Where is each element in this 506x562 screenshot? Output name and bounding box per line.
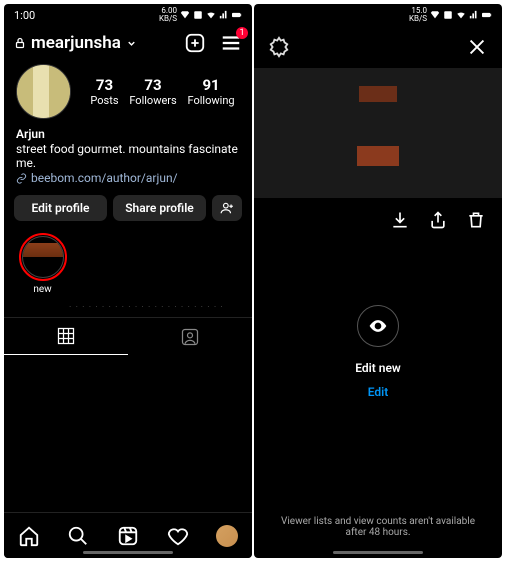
highlights-row: new xyxy=(4,233,252,303)
profile-stats: 73 Posts 73 Followers 91 Following xyxy=(85,76,240,107)
vowifi-icon xyxy=(180,10,190,20)
followers-count: 73 xyxy=(129,76,176,94)
redacted-bar-2 xyxy=(357,146,399,166)
tagged-icon xyxy=(180,327,200,347)
eye-heart-icon xyxy=(368,316,388,336)
battery-icon xyxy=(482,10,492,20)
menu-badge: 1 xyxy=(236,27,248,39)
profile-tabs xyxy=(4,317,252,355)
signal-icon xyxy=(219,10,229,20)
stat-followers[interactable]: 73 Followers xyxy=(129,76,176,107)
create-icon[interactable] xyxy=(184,32,206,54)
nav-handle xyxy=(83,551,173,554)
link-icon xyxy=(16,173,27,184)
nav-handle xyxy=(333,551,423,554)
profile-row: 73 Posts 73 Followers 91 Following xyxy=(4,60,252,127)
tagged-tab[interactable] xyxy=(128,318,252,355)
status-bar: 15.0 KB/S xyxy=(254,4,502,26)
trash-icon[interactable] xyxy=(466,210,486,230)
edit-link[interactable]: Edit xyxy=(368,385,389,399)
followers-label: Followers xyxy=(129,94,176,107)
image-icon xyxy=(443,10,453,20)
status-right: 15.0 KB/S xyxy=(409,7,492,23)
nav-profile-avatar[interactable] xyxy=(216,525,238,547)
share-icon[interactable] xyxy=(428,210,448,230)
redacted-bar-1 xyxy=(359,86,397,102)
reels-icon[interactable] xyxy=(117,525,139,547)
lock-icon xyxy=(14,36,26,50)
grid-icon xyxy=(56,326,76,346)
highlight-label: new xyxy=(16,284,69,295)
posts-count: 73 xyxy=(90,76,118,94)
profile-bio: Arjun street food gourmet. mountains fas… xyxy=(4,127,252,195)
search-icon[interactable] xyxy=(67,525,89,547)
status-right: 6.00 KB/S xyxy=(159,7,242,23)
stat-posts[interactable]: 73 Posts xyxy=(90,76,118,107)
faded-text: · · · · · · · · · · · · · · · · · · · · … xyxy=(4,303,252,317)
settings-icon[interactable] xyxy=(268,36,290,58)
chevron-down-icon xyxy=(126,38,137,49)
posts-label: Posts xyxy=(90,94,118,107)
image-icon xyxy=(193,10,203,20)
highlight-content xyxy=(254,68,502,198)
profile-buttons: Edit profile Share profile xyxy=(4,195,252,221)
download-icon[interactable] xyxy=(390,210,410,230)
heart-icon[interactable] xyxy=(167,525,189,547)
views-button[interactable] xyxy=(357,305,399,347)
left-phone: 1:00 6.00 KB/S mearjunsha 1 73 xyxy=(4,4,252,558)
highlight-actions xyxy=(254,198,502,242)
add-person-icon xyxy=(220,201,234,215)
username-dropdown[interactable]: mearjunsha xyxy=(14,33,176,53)
close-icon[interactable] xyxy=(466,36,488,58)
wifi-icon xyxy=(456,10,466,20)
footer-note: Viewer lists and view counts aren't avai… xyxy=(254,516,502,538)
edit-profile-button[interactable]: Edit profile xyxy=(14,195,107,221)
following-count: 91 xyxy=(188,76,235,94)
vowifi-icon xyxy=(430,10,440,20)
username-text: mearjunsha xyxy=(31,33,121,53)
status-bar: 1:00 6.00 KB/S xyxy=(4,4,252,26)
discover-people-button[interactable] xyxy=(212,195,242,221)
home-icon[interactable] xyxy=(18,525,40,547)
bio-name: Arjun xyxy=(16,127,240,141)
battery-icon xyxy=(232,10,242,20)
stat-following[interactable]: 91 Following xyxy=(188,76,235,107)
edit-title: Edit new xyxy=(355,361,401,375)
bio-link-text: beebom.com/author/arjun/ xyxy=(31,171,178,185)
bio-text: street food gourmet. mountains fascinate… xyxy=(16,142,240,170)
profile-header: mearjunsha 1 xyxy=(4,26,252,60)
bio-link[interactable]: beebom.com/author/arjun/ xyxy=(16,171,240,185)
highlight-item[interactable]: new xyxy=(16,233,69,295)
highlight-center: Edit new Edit xyxy=(254,242,502,462)
wifi-icon xyxy=(206,10,216,20)
net-speed: 6.00 KB/S xyxy=(159,7,177,23)
signal-icon xyxy=(469,10,479,20)
status-time: 1:00 xyxy=(14,9,35,22)
profile-avatar[interactable] xyxy=(16,64,71,119)
right-phone: 15.0 KB/S Edit new Edit Viewer lists and… xyxy=(254,4,502,558)
highlight-header xyxy=(254,26,502,68)
share-profile-button[interactable]: Share profile xyxy=(113,195,206,221)
grid-tab[interactable] xyxy=(4,318,128,355)
following-label: Following xyxy=(188,94,235,107)
net-speed: 15.0 KB/S xyxy=(409,7,427,23)
bottom-nav xyxy=(4,512,252,558)
